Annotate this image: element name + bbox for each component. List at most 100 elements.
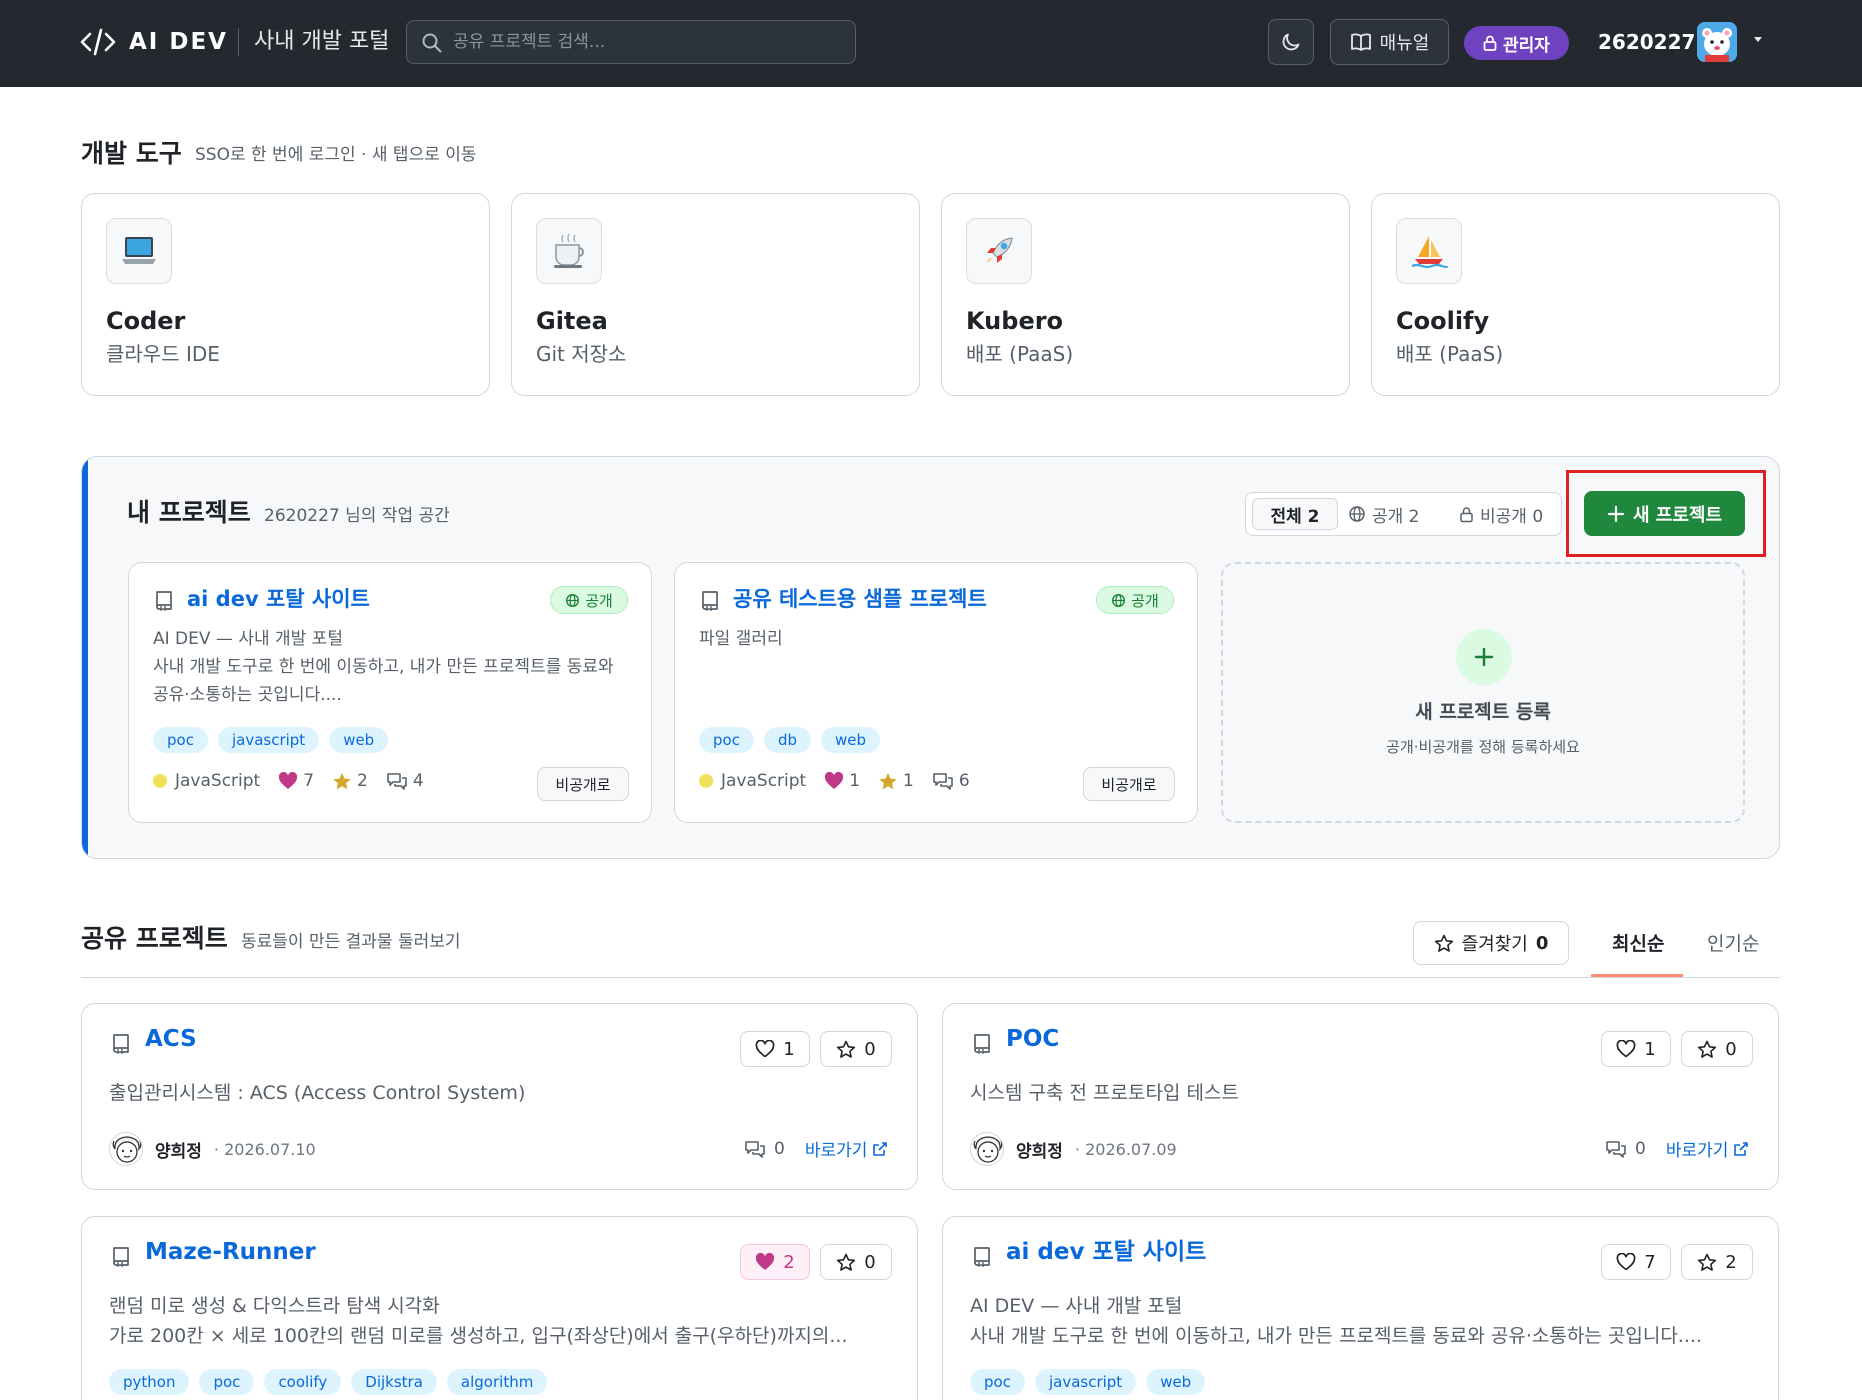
sort-latest-tab[interactable]: 최신순 bbox=[1612, 922, 1664, 966]
like-count: 1 bbox=[783, 1038, 795, 1060]
tag[interactable]: web bbox=[821, 727, 881, 753]
project-description: 파일 갤러리 bbox=[699, 625, 1179, 653]
lock-icon bbox=[1483, 35, 1497, 51]
tool-card-coder[interactable]: Coder 클라우드 IDE bbox=[81, 193, 490, 396]
project-description: 랜덤 미로 생성 & 다익스트라 탐색 시각화 가로 200칸 × 세로 100… bbox=[109, 1291, 899, 1351]
tool-card-gitea[interactable]: Gitea Git 저장소 bbox=[511, 193, 920, 396]
manual-label: 매뉴얼 bbox=[1379, 33, 1430, 54]
project-title-link[interactable]: ai dev 포탈 사이트 bbox=[187, 583, 370, 615]
star-button[interactable]: 0 bbox=[820, 1244, 892, 1280]
post-date: · 2026.07.10 bbox=[213, 1139, 316, 1159]
like-button[interactable]: 1 bbox=[740, 1031, 810, 1067]
filter-public-tab[interactable]: 공개 2 bbox=[1348, 498, 1420, 530]
globe-icon bbox=[566, 593, 580, 607]
make-private-button[interactable]: 비공개로 bbox=[1083, 767, 1175, 801]
filter-private-tab[interactable]: 비공개 0 bbox=[1459, 498, 1543, 530]
go-link[interactable]: 바로가기 bbox=[805, 1136, 889, 1161]
like-button[interactable]: 7 bbox=[1601, 1244, 1671, 1280]
tag[interactable]: Dijkstra bbox=[351, 1369, 437, 1395]
star-count: 2 bbox=[1725, 1251, 1737, 1273]
my-project-card[interactable]: ai dev 포탈 사이트 공개 AI DEV — 사내 개발 포털 사내 개발… bbox=[128, 562, 652, 823]
user-avatar[interactable] bbox=[1697, 22, 1737, 62]
tag[interactable]: javascript bbox=[1034, 1369, 1137, 1395]
shared-project-card[interactable]: POC 1 0 시스템 구축 전 프로토타입 테스트 양희정 · 2026.07… bbox=[942, 1003, 1779, 1190]
public-badge-label: 공개 bbox=[1131, 591, 1159, 610]
tag[interactable]: javascript bbox=[217, 727, 320, 753]
portal-title: 사내 개발 포털 bbox=[254, 29, 390, 54]
bear-avatar-icon bbox=[1697, 22, 1737, 62]
project-title-link[interactable]: ai dev 포탈 사이트 bbox=[1006, 1235, 1206, 1269]
favorites-button[interactable]: 즐겨찾기 0 bbox=[1413, 921, 1569, 965]
cartoon-face-icon bbox=[973, 1136, 1003, 1163]
tool-desc: 클라우드 IDE bbox=[106, 342, 220, 366]
likes-count: 7 bbox=[278, 771, 314, 791]
like-button[interactable]: 2 bbox=[740, 1244, 810, 1280]
chevron-down-icon[interactable] bbox=[1751, 32, 1765, 46]
author-info: 양희정 · 2026.07.10 bbox=[109, 1132, 316, 1166]
shared-projects-subtitle: 동료들이 만든 결과물 둘러보기 bbox=[241, 932, 461, 952]
tool-card-kubero[interactable]: Kubero 배포 (PaaS) bbox=[941, 193, 1350, 396]
language-dot bbox=[153, 774, 167, 788]
new-project-button[interactable]: 새 프로젝트 bbox=[1584, 491, 1745, 536]
cartoon-face-icon bbox=[112, 1136, 142, 1163]
star-button[interactable]: 0 bbox=[820, 1031, 892, 1067]
star-button[interactable]: 2 bbox=[1681, 1244, 1753, 1280]
search-box[interactable] bbox=[406, 20, 856, 64]
project-title-link[interactable]: 공유 테스트용 샘플 프로젝트 bbox=[733, 583, 987, 615]
plus-icon bbox=[1607, 505, 1625, 522]
tag-list: python poc coolify Dijkstra algorithm bbox=[109, 1369, 548, 1395]
tag[interactable]: coolify bbox=[264, 1369, 342, 1395]
external-link-icon bbox=[1734, 1141, 1749, 1156]
project-title-link[interactable]: POC bbox=[1006, 1022, 1059, 1056]
tool-desc: 배포 (PaaS) bbox=[1396, 342, 1504, 366]
tag[interactable]: poc bbox=[970, 1369, 1025, 1395]
comments-value: 6 bbox=[958, 771, 970, 791]
sort-popular-tab[interactable]: 인기순 bbox=[1707, 922, 1759, 966]
author-name[interactable]: 양희정 bbox=[155, 1137, 202, 1162]
stars-count: 1 bbox=[878, 771, 914, 791]
tag[interactable]: poc bbox=[153, 727, 208, 753]
logo-text[interactable]: AI DEV bbox=[129, 26, 228, 58]
star-outline-icon bbox=[837, 1253, 856, 1271]
add-project-subtitle: 공개·비공개를 정해 등록하세요 bbox=[1386, 738, 1580, 756]
search-input[interactable] bbox=[453, 21, 848, 63]
project-title-link[interactable]: Maze-Runner bbox=[145, 1235, 316, 1269]
go-link[interactable]: 바로가기 bbox=[1666, 1136, 1750, 1161]
tag[interactable]: web bbox=[1146, 1369, 1206, 1395]
author-name[interactable]: 양희정 bbox=[1016, 1137, 1063, 1162]
tag[interactable]: poc bbox=[699, 727, 754, 753]
rocket-icon bbox=[966, 218, 1032, 284]
add-project-card[interactable]: 새 프로젝트 등록 공개·비공개를 정해 등록하세요 bbox=[1221, 562, 1745, 823]
shared-project-card[interactable]: Maze-Runner 2 0 랜덤 미로 생성 & 다익스트라 탐색 시각화 … bbox=[81, 1216, 918, 1400]
make-private-button[interactable]: 비공개로 bbox=[537, 767, 629, 801]
tag[interactable]: python bbox=[109, 1369, 190, 1395]
author-avatar[interactable] bbox=[970, 1132, 1004, 1166]
theme-toggle-button[interactable] bbox=[1268, 19, 1314, 65]
project-desc-line: 랜덤 미로 생성 & 다익스트라 탐색 시각화 bbox=[109, 1295, 440, 1317]
language-label: JavaScript bbox=[175, 771, 261, 791]
tool-name: Kubero bbox=[966, 307, 1064, 335]
my-project-card[interactable]: 공유 테스트용 샘플 프로젝트 공개 파일 갤러리 poc db web Jav… bbox=[674, 562, 1198, 823]
shared-project-card[interactable]: ACS 1 0 출입관리시스템 : ACS (Access Control Sy… bbox=[81, 1003, 918, 1190]
code-logo-icon[interactable] bbox=[80, 26, 116, 58]
shared-project-card[interactable]: ai dev 포탈 사이트 7 2 AI DEV — 사내 개발 포털 사내 개… bbox=[942, 1216, 1779, 1400]
tag[interactable]: poc bbox=[199, 1369, 255, 1395]
author-avatar[interactable] bbox=[109, 1132, 143, 1166]
project-description: AI DEV — 사내 개발 포털 사내 개발 도구로 한 번에 이동하고, 내… bbox=[153, 625, 633, 709]
tool-card-coolify[interactable]: Coolify 배포 (PaaS) bbox=[1371, 193, 1780, 396]
manual-button[interactable]: 매뉴얼 bbox=[1330, 19, 1449, 65]
heart-outline-icon bbox=[1616, 1040, 1636, 1058]
tag[interactable]: web bbox=[329, 727, 389, 753]
repo-icon bbox=[156, 591, 172, 611]
username[interactable]: 2620227 bbox=[1598, 26, 1695, 58]
admin-badge[interactable]: 관리자 bbox=[1464, 26, 1569, 60]
tag[interactable]: algorithm bbox=[446, 1369, 548, 1395]
favorites-count: 0 bbox=[1535, 932, 1549, 954]
project-desc-line: 사내 개발 도구로 한 번에 이동하고, 내가 만든 프로젝트를 동료와 공유·… bbox=[153, 657, 614, 705]
repo-icon bbox=[113, 1247, 129, 1267]
project-title-link[interactable]: ACS bbox=[145, 1022, 197, 1056]
star-button[interactable]: 0 bbox=[1681, 1031, 1753, 1067]
like-button[interactable]: 1 bbox=[1601, 1031, 1671, 1067]
filter-all-tab[interactable]: 전체 2 bbox=[1252, 498, 1338, 530]
tag[interactable]: db bbox=[763, 727, 811, 753]
